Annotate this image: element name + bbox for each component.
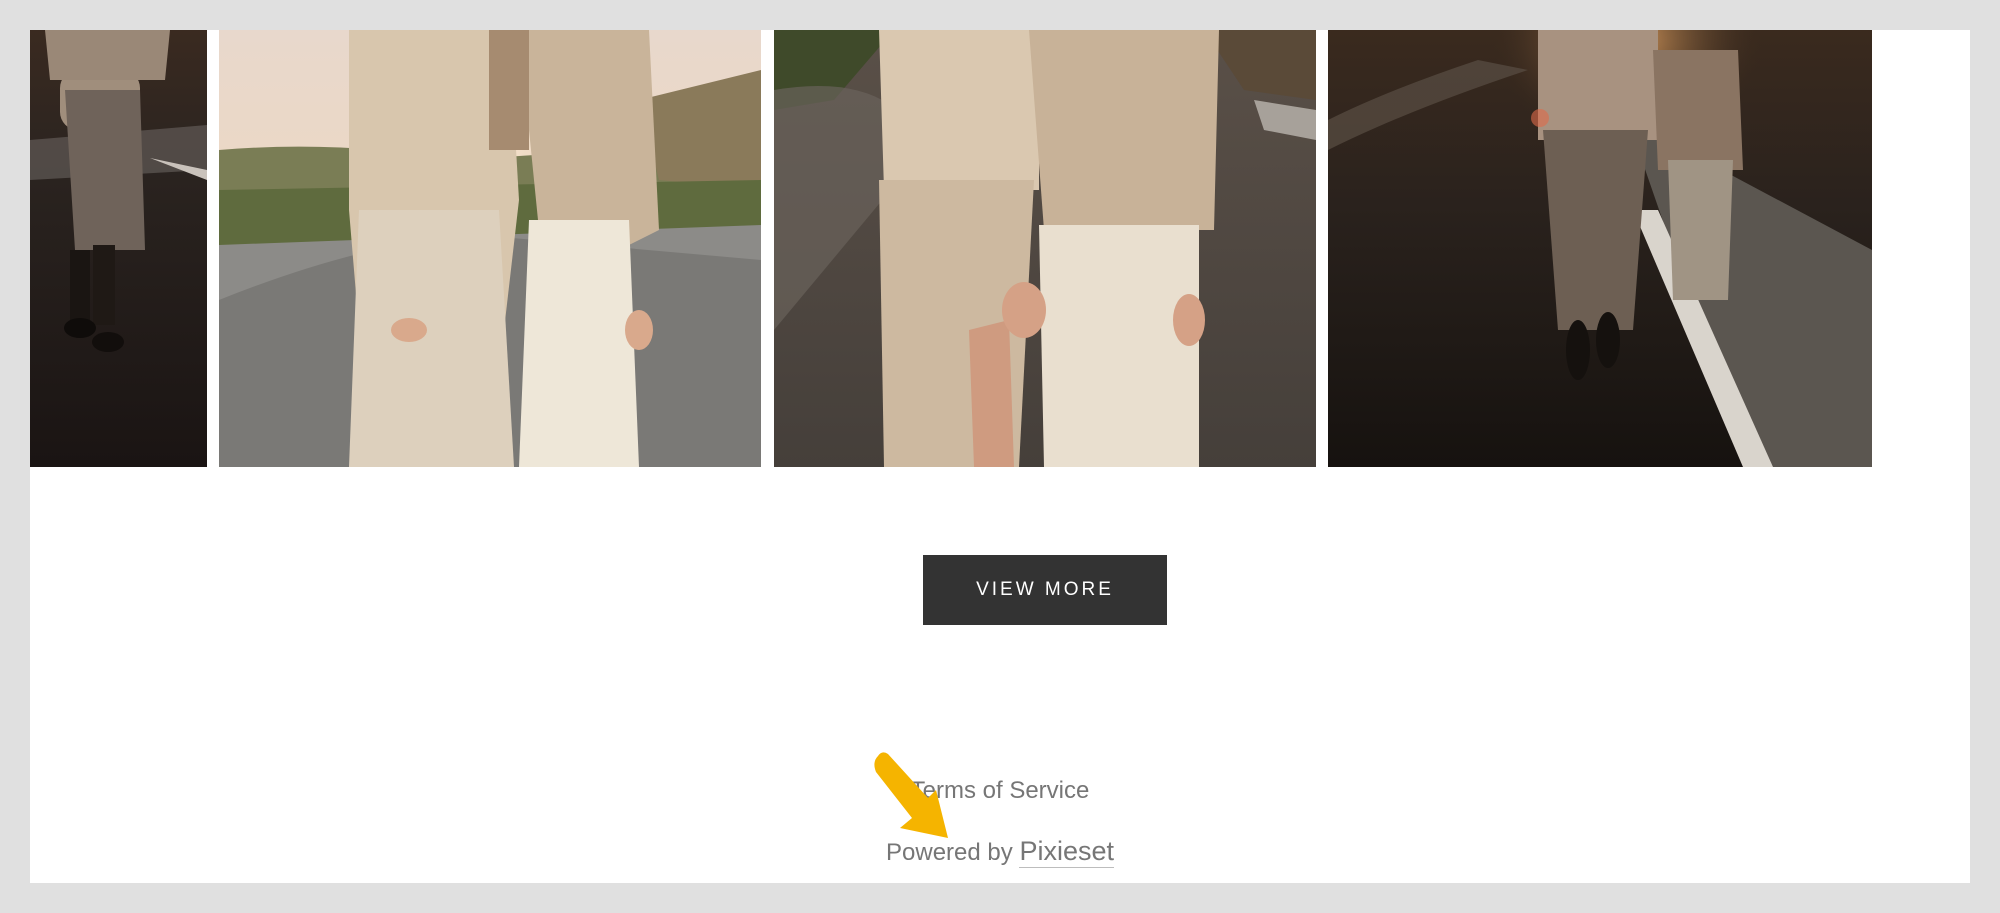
gallery-photo-4[interactable] — [1328, 30, 1872, 467]
pixieset-link[interactable]: Pixieset — [1019, 836, 1114, 868]
gallery-photo-2[interactable] — [219, 30, 761, 467]
arrow-pointer-icon — [874, 752, 948, 838]
gallery-photo-3[interactable] — [774, 30, 1316, 467]
gallery-photo-2-image — [219, 30, 761, 467]
view-more-button[interactable]: VIEW MORE — [923, 555, 1167, 625]
gallery-photo-4-image — [1328, 30, 1872, 467]
gallery-photo-3-image — [774, 30, 1316, 467]
gallery-photo-1-image — [30, 30, 207, 467]
page-container: VIEW MORE Terms of Service Powered by Pi… — [30, 30, 1970, 883]
footer-terms: Terms of Service — [30, 777, 1970, 805]
gallery-photo-1[interactable] — [30, 30, 207, 467]
photo-gallery — [30, 30, 1970, 467]
footer-powered-by: Powered by Pixieset — [30, 836, 1970, 868]
